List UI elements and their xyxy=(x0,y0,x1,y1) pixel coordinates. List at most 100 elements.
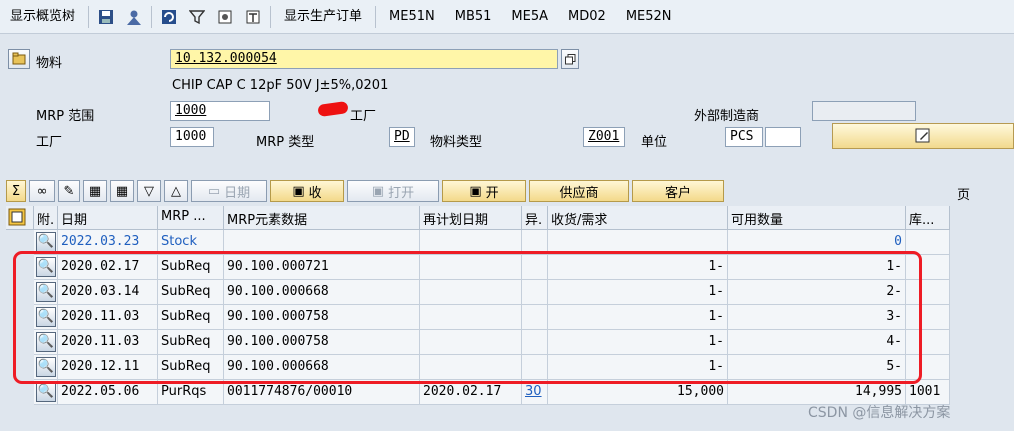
cell-storage xyxy=(906,255,950,280)
options-button[interactable]: ∞ xyxy=(29,180,55,202)
cell-receipt-qty: 15,000 xyxy=(548,380,728,405)
md02-button[interactable]: MD02 xyxy=(558,0,616,34)
cell-mrp-data: 90.100.000758 xyxy=(224,305,420,330)
row-detail-button[interactable]: 🔍 xyxy=(34,230,58,255)
mrp-area-description: 工厂 xyxy=(350,109,377,124)
application-toolbar: 显示概览树 显示生产订单 ME51N MB51 ME5A MD02 ME52N xyxy=(0,0,1014,34)
cell-storage xyxy=(906,230,950,255)
material-type-field[interactable]: Z001 xyxy=(583,127,625,147)
row-detail-button[interactable]: 🔍 xyxy=(34,305,58,330)
glasses-icon: ∞ xyxy=(36,183,48,199)
receipt-button-label: 收 xyxy=(308,185,322,201)
plant-field[interactable]: 1000 xyxy=(170,127,214,147)
calendar-icon: ▣ xyxy=(371,183,385,199)
cell-mrp-element: SubReq xyxy=(158,280,224,305)
col-header-attachment[interactable]: 附. xyxy=(34,206,58,230)
cell-storage xyxy=(906,305,950,330)
me51n-button[interactable]: ME51N xyxy=(379,0,445,34)
filter-icon[interactable] xyxy=(187,7,207,27)
mrp-area-field[interactable]: 1000 xyxy=(170,101,270,121)
unit-extra-field[interactable] xyxy=(765,127,801,147)
vendor-button[interactable]: 供应商 xyxy=(529,180,629,202)
show-overview-tree-button[interactable]: 显示概览树 xyxy=(0,0,85,34)
col-header-mrp-element[interactable]: MRP ... xyxy=(158,206,224,230)
col-header-mrp-element-data[interactable]: MRP元素数据 xyxy=(224,206,420,230)
unit-field[interactable]: PCS xyxy=(725,127,763,147)
edit-button[interactable] xyxy=(832,123,1014,149)
cell-exception xyxy=(522,255,548,280)
cell-mrp-data: 90.100.000668 xyxy=(224,355,420,380)
row-detail-button[interactable]: 🔍 xyxy=(34,280,58,305)
layout-button[interactable]: ▦ xyxy=(83,180,107,202)
row-detail-button[interactable]: 🔍 xyxy=(34,380,58,405)
sum-button[interactable]: Σ xyxy=(6,180,26,202)
customer-button-label: 客户 xyxy=(664,185,691,201)
open-button[interactable]: ▣ 打开 xyxy=(347,180,439,202)
col-header-receipt-requirement[interactable]: 收货/需求 xyxy=(548,206,728,230)
cell-reschedule-date xyxy=(420,330,522,355)
show-production-orders-button[interactable]: 显示生产订单 xyxy=(274,0,372,34)
print-icon[interactable] xyxy=(243,7,263,27)
col-header-reschedule-date[interactable]: 再计划日期 xyxy=(420,206,522,230)
external-manufacturer-field[interactable] xyxy=(812,101,916,121)
copy-button[interactable] xyxy=(561,49,579,69)
print-icon: ▭ xyxy=(207,183,221,199)
edit-entry-button[interactable]: ✎ xyxy=(58,180,80,202)
cell-available-qty: 5- xyxy=(728,355,906,380)
cell-storage xyxy=(906,330,950,355)
grid-layout-icon: ▦ xyxy=(115,183,129,199)
row-detail-button[interactable]: 🔍 xyxy=(34,330,58,355)
col-header-storage[interactable]: 库... xyxy=(906,206,950,230)
cell-storage xyxy=(906,280,950,305)
column-options-icon[interactable] xyxy=(6,206,34,230)
row-detail-button[interactable]: 🔍 xyxy=(34,355,58,380)
col-header-available-qty[interactable]: 可用数量 xyxy=(728,206,906,230)
mrp-type-field[interactable]: PD xyxy=(389,127,415,147)
customer-button[interactable]: 客户 xyxy=(632,180,724,202)
mrp-area-label: MRP 范围 xyxy=(36,109,95,124)
copy-icon xyxy=(564,53,575,64)
save-icon[interactable] xyxy=(96,7,116,27)
magnifier-icon: 🔍 xyxy=(36,307,56,327)
receipt-button[interactable]: ▣ 收 xyxy=(270,180,344,202)
cell-exception xyxy=(522,355,548,380)
cell-mrp-data: 90.100.000668 xyxy=(224,280,420,305)
cell-exception-link[interactable]: 30 xyxy=(522,380,548,405)
watermark: CSDN @信息解决方案 xyxy=(808,405,951,421)
cell-date: 2022.03.23 xyxy=(58,230,158,255)
material-overview-button[interactable] xyxy=(8,49,30,69)
cell-reschedule-date: 2020.02.17 xyxy=(420,380,522,405)
magnifier-icon: 🔍 xyxy=(36,232,56,252)
sort-ascending-button[interactable]: △ xyxy=(164,180,188,202)
sort-descending-button[interactable]: ▽ xyxy=(137,180,161,202)
magnifier-icon: 🔍 xyxy=(36,357,56,377)
cell-available-qty: 3- xyxy=(728,305,906,330)
cell-reschedule-date xyxy=(420,355,522,380)
cell-date: 2020.02.17 xyxy=(58,255,158,280)
col-header-exception[interactable]: 异. xyxy=(522,206,548,230)
material-field[interactable]: 10.132.000054 xyxy=(170,49,558,69)
cell-exception xyxy=(522,330,548,355)
cell-exception xyxy=(522,280,548,305)
cell-mrp-data: 0011774876/00010 xyxy=(224,380,420,405)
mb51-button[interactable]: MB51 xyxy=(445,0,502,34)
open-alt-button[interactable]: ▣ 开 xyxy=(442,180,526,202)
page-label: 页 xyxy=(957,188,971,203)
calendar-icon: ▣ xyxy=(292,183,305,199)
row-detail-button[interactable]: 🔍 xyxy=(34,255,58,280)
cell-mrp-data xyxy=(224,230,420,255)
me52n-button[interactable]: ME52N xyxy=(616,0,682,34)
me5a-button[interactable]: ME5A xyxy=(501,0,558,34)
settings-doc-icon[interactable] xyxy=(215,7,235,27)
date-button[interactable]: ▭ 日期 xyxy=(191,180,267,202)
person-icon[interactable] xyxy=(124,7,144,27)
layout-alt-button[interactable]: ▦ xyxy=(110,180,134,202)
cell-available-qty: 2- xyxy=(728,280,906,305)
cell-date: 2020.12.11 xyxy=(58,355,158,380)
refresh-icon[interactable] xyxy=(159,7,179,27)
cell-available-qty: 1- xyxy=(728,255,906,280)
col-header-date[interactable]: 日期 xyxy=(58,206,158,230)
material-label: 物料 xyxy=(36,56,63,71)
cell-date: 2020.03.14 xyxy=(58,280,158,305)
cell-date: 2022.05.06 xyxy=(58,380,158,405)
